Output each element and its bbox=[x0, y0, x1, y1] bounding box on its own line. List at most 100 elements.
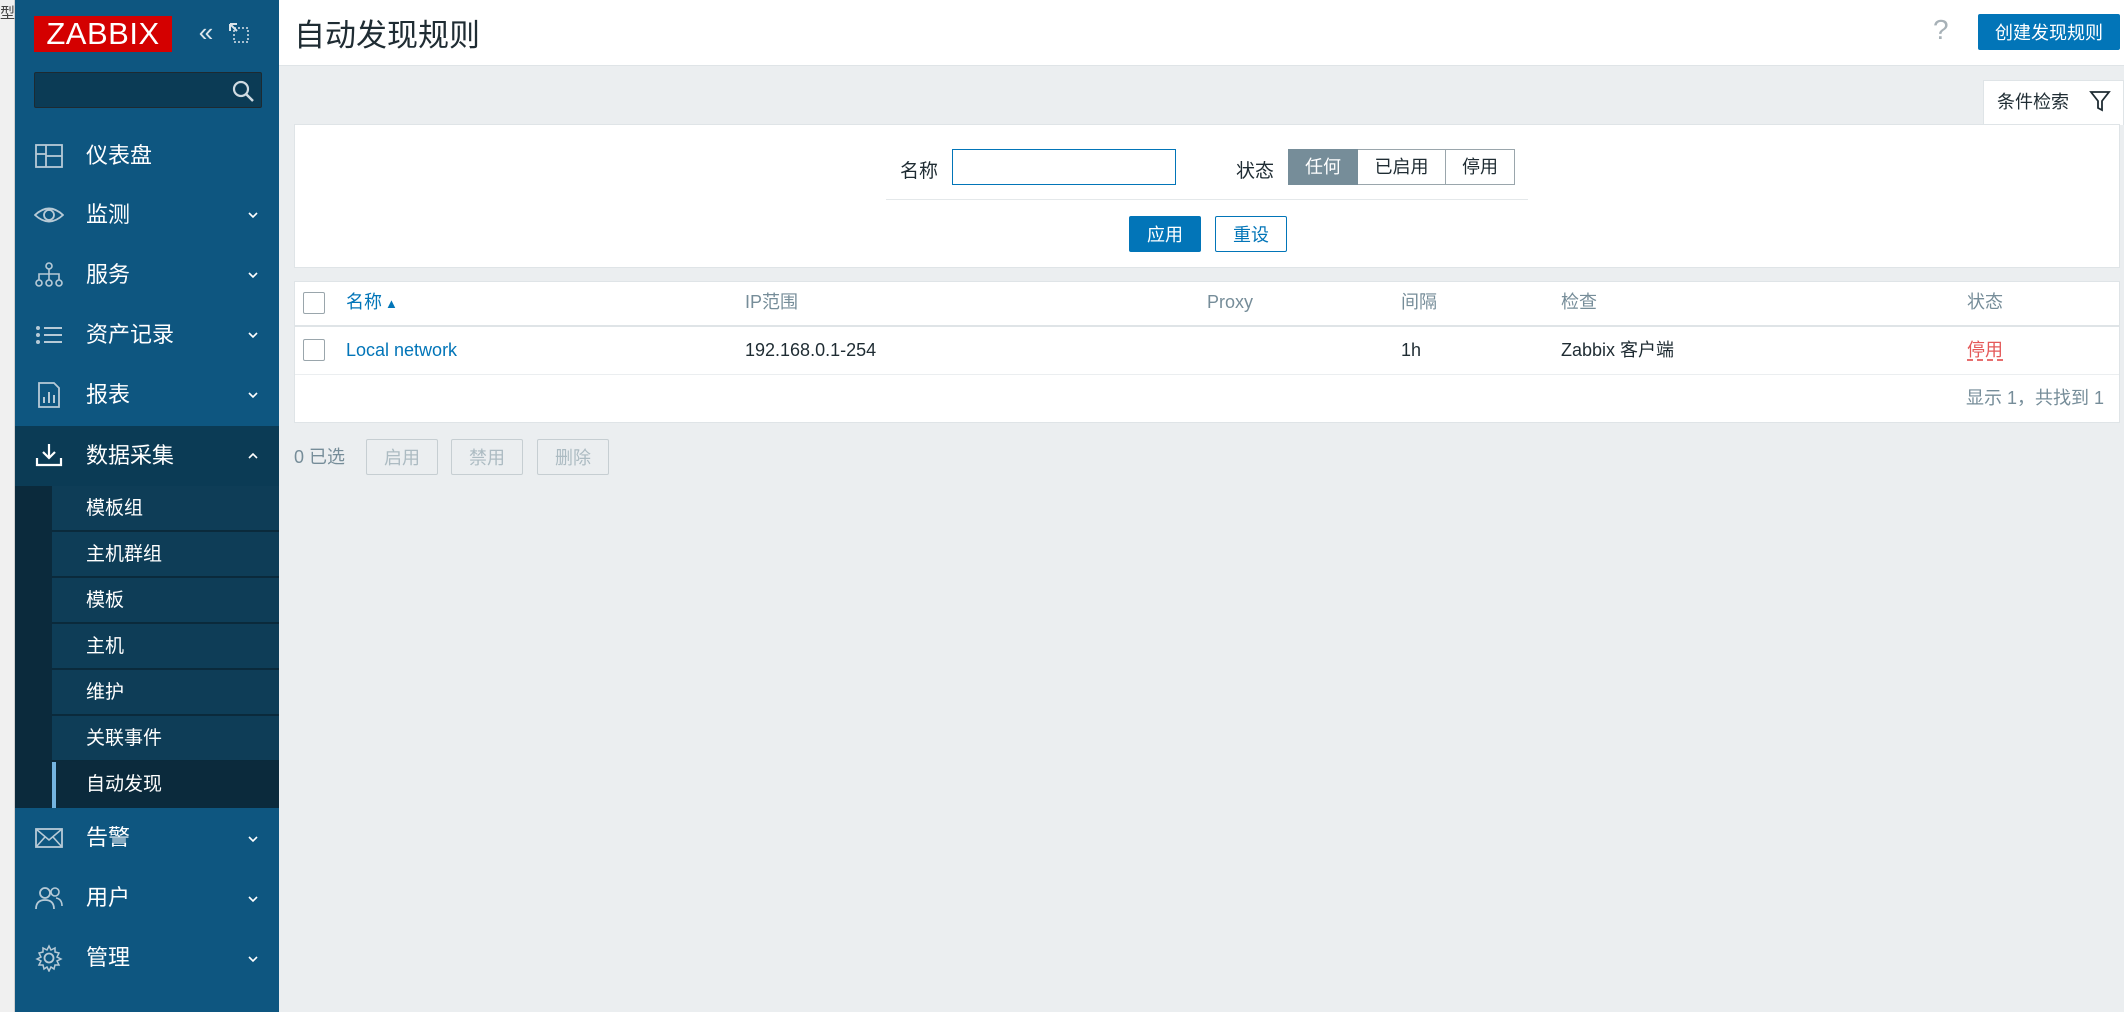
submenu-item-template-groups[interactable]: 模板组 bbox=[52, 486, 279, 531]
cell-interval: 1h bbox=[1401, 340, 1422, 360]
submenu-item-label: 主机群组 bbox=[86, 544, 163, 565]
sidebar-item-data-collection[interactable]: 数据采集 bbox=[15, 426, 279, 486]
sidebar: ZABBIX « 仪表盘 监测 服务 资产记录 报表 数据采集 模板组 主机群组… bbox=[15, 0, 279, 1012]
submenu-item-label: 关联事件 bbox=[86, 728, 163, 749]
sidebar-item-administration[interactable]: 管理 bbox=[15, 928, 279, 988]
sidebar-search-input[interactable] bbox=[35, 73, 241, 107]
page-title: 自动发现规则 bbox=[294, 18, 480, 53]
chevron-down-icon bbox=[247, 832, 259, 844]
sidebar-item-reports[interactable]: 报表 bbox=[15, 366, 279, 424]
table-footer-count: 显示 1，共找到 1 bbox=[1965, 388, 2104, 408]
left-window-edge: 型 bbox=[0, 0, 15, 1012]
filter-panel: 名称 状态 任何 已启用 停用 应用 重设 bbox=[294, 124, 2120, 268]
sidebar-item-label: 资产记录 bbox=[86, 322, 175, 347]
discovery-rules-table: 名称 ▲ IP范围 Proxy 间隔 检查 状态 Local network 19… bbox=[294, 281, 2120, 423]
sidebar-item-label: 服务 bbox=[86, 262, 131, 287]
delete-button[interactable]: 删除 bbox=[537, 439, 609, 475]
reset-button[interactable]: 重设 bbox=[1215, 216, 1287, 252]
column-header-ip-range: IP范围 bbox=[745, 292, 799, 312]
column-header-status: 状态 bbox=[1967, 292, 2003, 312]
status-option-disabled[interactable]: 停用 bbox=[1446, 149, 1515, 185]
apply-button[interactable]: 应用 bbox=[1129, 216, 1201, 252]
column-header-interval: 间隔 bbox=[1401, 292, 1437, 312]
submenu-item-discovery[interactable]: 自动发现 bbox=[52, 762, 279, 808]
submenu-item-hosts[interactable]: 主机 bbox=[52, 624, 279, 669]
sidebar-item-label: 告警 bbox=[86, 825, 131, 850]
column-header-label: 名称 bbox=[346, 292, 382, 312]
chevron-down-icon bbox=[247, 328, 259, 340]
sidebar-item-label: 仪表盘 bbox=[86, 143, 153, 168]
row-divider bbox=[295, 374, 2119, 375]
cell-ip-range: 192.168.0.1-254 bbox=[745, 340, 877, 360]
data-collection-submenu: 模板组 主机群组 模板 主机 维护 关联事件 自动发现 bbox=[15, 486, 279, 808]
filter-divider bbox=[886, 199, 1528, 200]
submenu-item-host-groups[interactable]: 主机群组 bbox=[52, 532, 279, 577]
sidebar-item-monitoring[interactable]: 监测 bbox=[15, 186, 279, 244]
search-icon[interactable] bbox=[231, 79, 255, 103]
submenu-item-label: 模板 bbox=[86, 590, 125, 611]
filter-name-input[interactable] bbox=[952, 149, 1176, 185]
submenu-item-maintenance[interactable]: 维护 bbox=[52, 670, 279, 715]
submenu-item-templates[interactable]: 模板 bbox=[52, 578, 279, 623]
submenu-item-label: 维护 bbox=[86, 682, 125, 703]
enable-button[interactable]: 启用 bbox=[366, 439, 438, 475]
sidebar-item-dashboard[interactable]: 仪表盘 bbox=[15, 127, 279, 185]
chevron-down-icon bbox=[247, 892, 259, 904]
filter-name-label: 名称 bbox=[900, 161, 939, 182]
status-segmented-control: 任何 已启用 停用 bbox=[1288, 149, 1515, 185]
status-option-any[interactable]: 任何 bbox=[1288, 149, 1358, 185]
download-icon bbox=[34, 441, 64, 469]
sidebar-item-alerts[interactable]: 告警 bbox=[15, 808, 279, 868]
services-icon bbox=[34, 261, 64, 289]
filter-tab[interactable]: 条件检索 bbox=[1983, 80, 2124, 125]
disable-button[interactable]: 禁用 bbox=[451, 439, 523, 475]
sidebar-item-label: 用户 bbox=[86, 885, 131, 910]
sidebar-search bbox=[34, 72, 262, 108]
submenu-item-label: 自动发现 bbox=[86, 774, 163, 795]
sidebar-item-label: 报表 bbox=[86, 382, 131, 407]
sidebar-item-label: 管理 bbox=[86, 945, 131, 970]
filter-icon bbox=[2089, 89, 2111, 113]
zabbix-logo[interactable]: ZABBIX bbox=[34, 16, 172, 52]
sidebar-item-inventory[interactable]: 资产记录 bbox=[15, 306, 279, 364]
filter-status-label: 状态 bbox=[1236, 161, 1275, 182]
report-icon bbox=[34, 381, 64, 409]
help-icon[interactable]: ? bbox=[1933, 14, 1949, 46]
chevron-up-icon bbox=[247, 449, 259, 461]
header-divider bbox=[295, 325, 2119, 327]
selected-count: 0 已选 bbox=[294, 447, 346, 467]
dashboard-icon bbox=[34, 142, 64, 170]
row-checkbox[interactable] bbox=[303, 339, 325, 361]
chevron-down-icon bbox=[247, 268, 259, 280]
chevron-down-icon bbox=[247, 208, 259, 220]
mail-icon bbox=[34, 824, 64, 852]
sidebar-item-label: 数据采集 bbox=[86, 443, 175, 468]
submenu-item-event-correlation[interactable]: 关联事件 bbox=[52, 716, 279, 761]
column-header-name[interactable]: 名称 ▲ bbox=[346, 282, 398, 327]
submenu-item-label: 模板组 bbox=[86, 498, 144, 519]
column-header-checks: 检查 bbox=[1561, 292, 1597, 312]
filter-tab-label: 条件检索 bbox=[1997, 92, 2069, 112]
users-icon bbox=[34, 884, 64, 912]
sidebar-item-services[interactable]: 服务 bbox=[15, 246, 279, 304]
page-header: 自动发现规则 ? 创建发现规则 bbox=[279, 0, 2124, 66]
edge-glyph: 型 bbox=[0, 4, 16, 22]
chevron-down-icon bbox=[247, 952, 259, 964]
sort-asc-icon: ▲ bbox=[385, 296, 398, 311]
sidebar-item-users[interactable]: 用户 bbox=[15, 868, 279, 928]
column-header-proxy: Proxy bbox=[1207, 292, 1254, 312]
select-all-checkbox[interactable] bbox=[303, 292, 325, 314]
rule-name-link[interactable]: Local network bbox=[346, 327, 457, 374]
collapse-sidebar-icon[interactable]: « bbox=[193, 19, 219, 46]
eye-icon bbox=[33, 201, 65, 229]
status-toggle-link[interactable]: 停用 bbox=[1967, 327, 2003, 374]
gear-icon bbox=[34, 944, 64, 973]
kiosk-mode-icon[interactable] bbox=[228, 22, 250, 44]
chevron-down-icon bbox=[247, 388, 259, 400]
status-option-enabled[interactable]: 已启用 bbox=[1358, 149, 1446, 185]
sidebar-item-label: 监测 bbox=[86, 202, 131, 227]
create-discovery-rule-button[interactable]: 创建发现规则 bbox=[1978, 14, 2120, 50]
cell-checks: Zabbix 客户端 bbox=[1561, 340, 1675, 360]
submenu-item-label: 主机 bbox=[86, 636, 125, 657]
list-icon bbox=[34, 321, 64, 349]
